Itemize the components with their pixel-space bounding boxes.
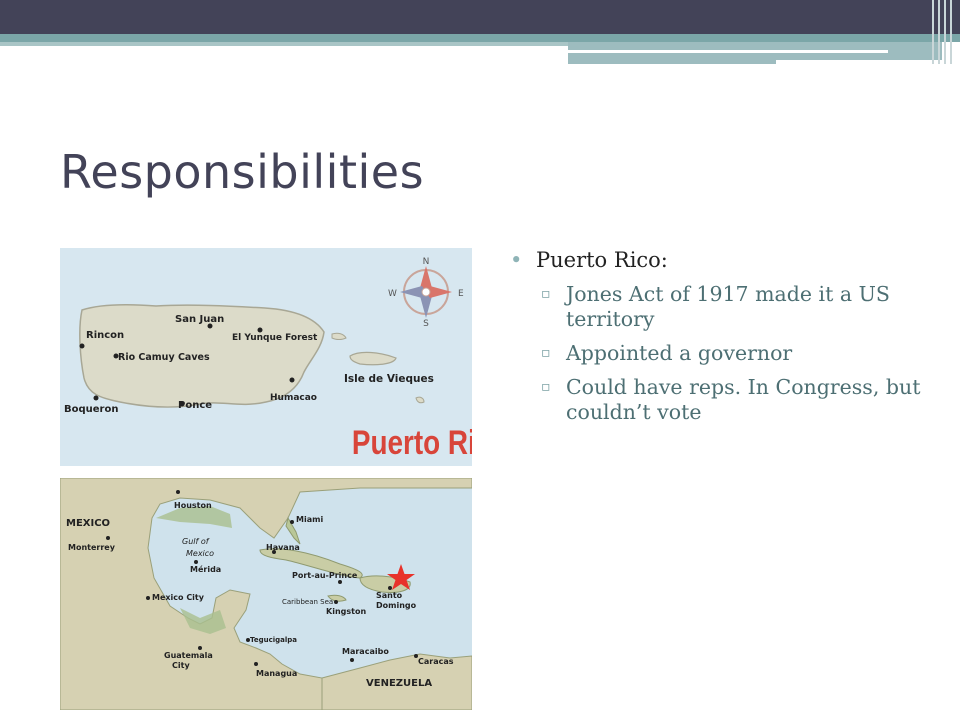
header-divider-line-short [776,60,942,64]
map-label-monterrey: Monterrey [68,543,116,552]
sub-bullet-jones-act: ▫ Jones Act of 1917 made it a US territo… [510,282,930,332]
compass-n-label: N [423,257,430,267]
map-label-managua: Managua [256,669,297,678]
sub-bullet-text: Appointed a governor [566,341,793,365]
map-label-santo: Santo [376,591,403,600]
sub-bullet-square-icon: ▫ [541,286,551,302]
map-label-guatemala: Guatemala [164,651,213,660]
sub-bullet-list: ▫ Jones Act of 1917 made it a US territo… [510,282,930,425]
map-label-ponce: Ponce [178,400,212,411]
map-label-houston: Houston [174,501,212,510]
header-accent-bar [0,34,960,42]
header-vertical-line [950,0,952,64]
header-divider-line [568,50,888,53]
caribbean-map: MEXICO Monterrey Houston Miami Gulf of M… [60,478,472,710]
map-label-humacao: Humacao [270,393,317,403]
sub-bullet-governor: ▫ Appointed a governor [510,341,930,366]
puerto-rico-map: N E S W San Juan El Yunque Forest Rincon… [60,248,472,466]
map-label-gulf-mexico: Mexico [186,549,214,558]
map-label-mexico-city: Mexico City [152,593,205,602]
sub-bullet-square-icon: ▫ [541,379,551,395]
header-vertical-line [944,0,946,64]
map-label-el-yunque: El Yunque Forest [232,333,318,343]
sub-bullet-text: Jones Act of 1917 made it a US territory [566,282,890,331]
map-label-gulf-of: Gulf of [182,537,210,546]
map-label-guatemala-city: City [172,661,190,670]
bullet-dot-icon: • [510,248,523,272]
map-label-rio-camuy: Rio Camuy Caves [118,352,210,363]
sub-bullet-square-icon: ▫ [541,345,551,361]
map-label-vieques: Isle de Vieques [344,373,434,385]
map-label-boqueron: Boqueron [64,404,118,415]
map-label-merida: Mérida [190,564,221,574]
map-label-san-juan: San Juan [175,314,224,325]
slide-body: • Puerto Rico: ▫ Jones Act of 1917 made … [510,246,930,434]
compass-w-label: W [388,289,397,299]
compass-e-label: E [458,289,464,299]
map-label-kingston: Kingston [326,607,366,616]
map-label-havana: Havana [266,543,300,552]
header-vertical-line [932,0,934,64]
bullet-text: Puerto Rico: [536,248,668,272]
map-title: Puerto Rico [352,423,472,461]
compass-s-label: S [423,319,429,329]
map-label-caribbean-sea: Caribbean Sea [282,598,333,606]
header-vertical-line [938,0,940,64]
map-label-domingo: Domingo [376,601,417,610]
map-label-venezuela: VENEZUELA [366,678,432,689]
map-label-caracas: Caracas [418,657,454,666]
map-label-miami: Miami [296,515,323,524]
map-label-mexico: MEXICO [66,518,110,529]
header-band [0,0,960,34]
slide-title: Responsibilities [60,145,425,199]
map-label-tegucigalpa: Tegucigalpa [250,636,297,644]
map-label-maracaibo: Maracaibo [342,647,389,656]
sub-bullet-text: Could have reps. In Congress, but couldn… [566,375,921,424]
map-label-port-au-prince: Port-au-Prince [292,571,358,580]
sub-bullet-reps: ▫ Could have reps. In Congress, but coul… [510,375,930,425]
map-label-rincon: Rincon [86,330,124,341]
header-accent-bar-light [0,42,568,46]
bullet-puerto-rico: • Puerto Rico: [510,246,930,274]
